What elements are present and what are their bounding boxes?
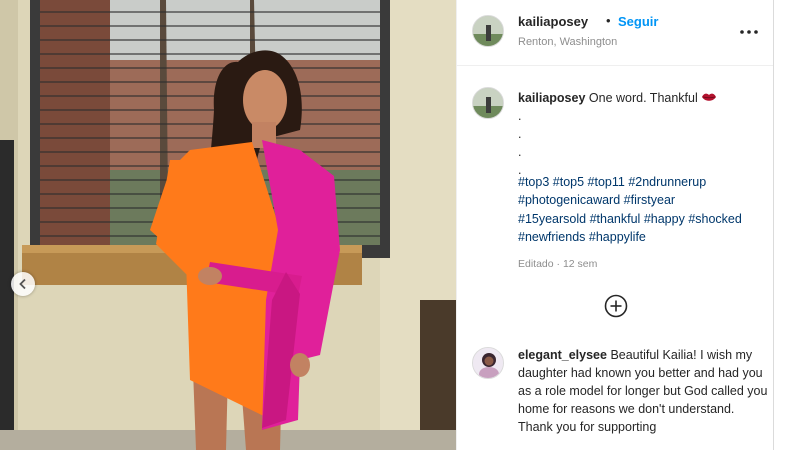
hashtag-link[interactable]: #top11 (588, 175, 625, 189)
caption-hashtags: #top3 #top5 #top11 #2ndrunnerup #photoge… (518, 173, 768, 246)
more-options-button[interactable] (737, 22, 761, 42)
author-avatar[interactable] (472, 15, 504, 47)
hashtag-link[interactable]: #happy (644, 212, 685, 226)
previous-photo-button[interactable] (11, 272, 35, 296)
hashtag-link[interactable]: #photogenicaward (518, 193, 620, 207)
caption-text: One word. Thankful (588, 91, 698, 105)
hashtag-link[interactable]: #firstyear (624, 193, 675, 207)
chevron-left-icon (19, 278, 26, 290)
caption-username[interactable]: kailiaposey (518, 91, 585, 105)
post-header: kailiaposey • Seguir Renton, Washington (457, 0, 773, 66)
post-location[interactable]: Renton, Washington (518, 36, 617, 48)
caption-dot-line: . (518, 145, 522, 159)
comment-item: elegant_elysee Beautiful Kailia! I wish … (518, 346, 768, 436)
page-background (774, 0, 800, 450)
commenter-username[interactable]: elegant_elysee (518, 348, 607, 362)
caption-author-avatar[interactable] (472, 87, 504, 119)
header-separator: • (606, 13, 611, 28)
author-username[interactable]: kailiaposey (518, 14, 588, 29)
hashtag-link[interactable]: #newfriends (518, 230, 585, 244)
hashtag-link[interactable]: #shocked (688, 212, 742, 226)
post-details-panel: kailiaposey • Seguir Renton, Washington … (456, 0, 774, 450)
add-circle-icon (604, 294, 628, 318)
caption-dot-line: . (518, 127, 522, 141)
edited-timestamp: Editado · 12 sem (518, 258, 598, 270)
more-options-icon (740, 30, 758, 34)
photo-illustration (0, 0, 456, 450)
lips-emoji-icon (702, 93, 717, 101)
post-photo[interactable] (0, 0, 456, 450)
post-caption: kailiaposey One word. Thankful . . . . (518, 89, 763, 179)
hashtag-link[interactable]: #15yearsold (518, 212, 586, 226)
commenter-avatar[interactable] (472, 347, 504, 379)
avatar-image (473, 348, 503, 378)
hashtag-link[interactable]: #2ndrunnerup (628, 175, 706, 189)
hashtag-link[interactable]: #top3 (518, 175, 549, 189)
hashtag-link[interactable]: #happylife (589, 230, 646, 244)
load-more-comments-button[interactable] (604, 294, 628, 318)
caption-dot-line: . (518, 109, 522, 123)
avatar-image (473, 88, 503, 118)
hashtag-link[interactable]: #top5 (553, 175, 584, 189)
avatar-image (473, 16, 503, 46)
follow-button[interactable]: Seguir (618, 14, 658, 29)
hashtag-link[interactable]: #thankful (590, 212, 641, 226)
